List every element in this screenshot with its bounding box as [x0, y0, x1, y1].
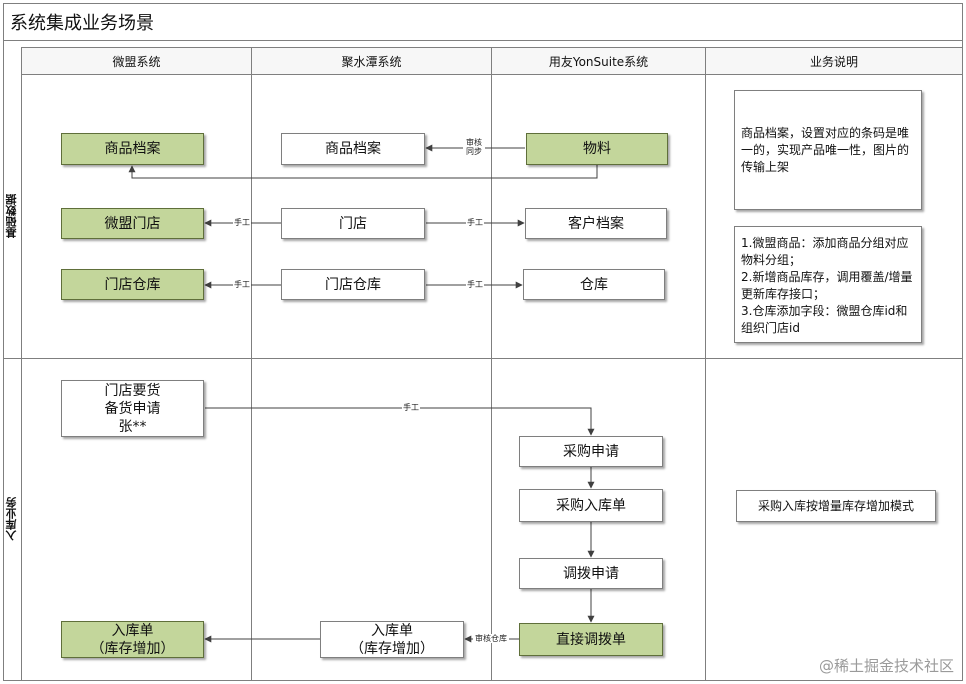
wm-inbound-box: 入库单 （库存增加）: [61, 621, 204, 658]
column-header-description: 业务说明: [809, 54, 858, 69]
inbound-description-note: 采购入库按增量库存增加模式: [736, 490, 936, 522]
jst-store-box: 门店: [281, 208, 425, 239]
ys-customer-box: 客户档案: [525, 208, 667, 239]
manual-label-store-wm: 手工: [233, 218, 251, 227]
jst-warehouse-box: 门店仓库: [281, 269, 425, 300]
manual-label-wh-wm: 手工: [233, 280, 251, 289]
review-sync-label: 审核 同步: [463, 138, 485, 156]
lane-header-base-data: 基础数据: [5, 194, 18, 239]
ys-material-box: 物料: [526, 133, 668, 165]
ys-warehouse-box: 仓库: [523, 269, 665, 300]
ys-direct-transfer-box: 直接调拨单: [519, 623, 663, 656]
jst-inbound-box: 入库单 （库存增加）: [320, 621, 464, 658]
lane-header-inbound: 入库业务: [5, 497, 18, 542]
column-header-weimob: 微盟系统: [112, 54, 161, 69]
watermark: @稀土掘金技术社区: [818, 657, 954, 675]
wm-warehouse-box: 门店仓库: [61, 269, 204, 300]
ys-purchase-request-box: 采购申请: [519, 436, 663, 467]
base-data-description-note: 1.微盟商品：添加商品分组对应物料分组； 2.新增商品库存，调用覆盖/增量更新库…: [734, 226, 922, 343]
column-header-jushuitan: 聚水潭系统: [341, 54, 402, 69]
page-title: 系统集成业务场景: [10, 13, 154, 34]
wm-request-box: 门店要货 备货申请 张**: [61, 380, 204, 437]
column-header-yonsuite: 用友YonSuite系统: [548, 54, 649, 69]
wm-store-box: 微盟门店: [61, 208, 204, 239]
wm-goods-box: 商品档案: [61, 133, 204, 165]
ys-transfer-request-box: 调拨申请: [519, 558, 663, 589]
manual-label-request: 手工: [402, 403, 420, 412]
jst-goods-box: 商品档案: [281, 133, 425, 165]
audit-warehouse-label: 审核仓库: [473, 634, 509, 643]
ys-purchase-inbound-box: 采购入库单: [519, 489, 663, 522]
manual-label-store-ys: 手工: [466, 218, 484, 227]
goods-description-note: 商品档案，设置对应的条码是唯一的，实现产品唯一性，图片的传输上架: [734, 90, 922, 210]
manual-label-wh-ys: 手工: [466, 280, 484, 289]
